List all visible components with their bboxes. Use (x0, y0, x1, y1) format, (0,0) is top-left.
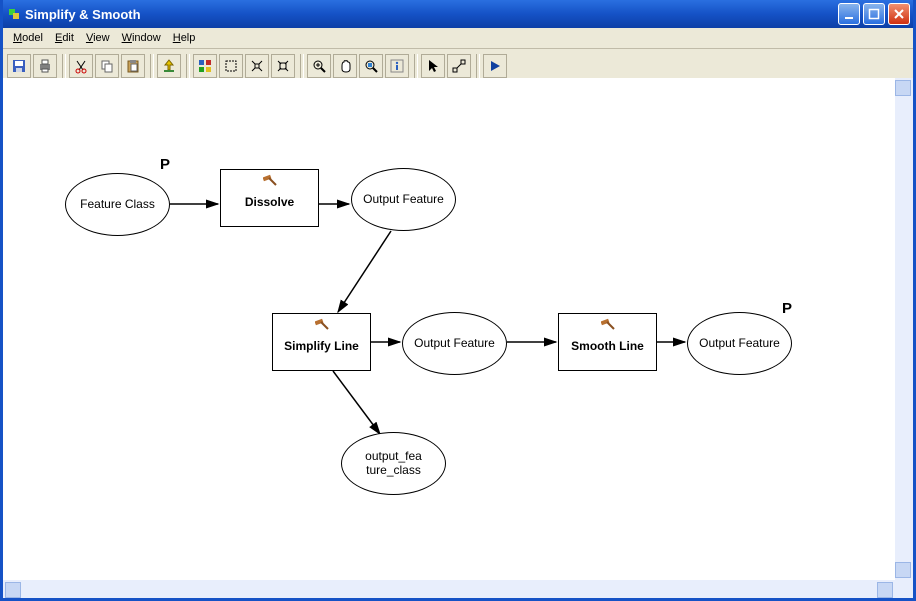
node-label: Simplify Line (284, 340, 359, 354)
hammer-icon (601, 318, 615, 330)
node-output-feature-class[interactable]: output_fea ture_class (341, 432, 446, 495)
node-label: Output Feature (363, 193, 444, 207)
select-rect-icon[interactable] (219, 54, 243, 78)
run-icon[interactable] (483, 54, 507, 78)
node-label: Output Feature (699, 337, 780, 351)
expand-icon[interactable] (271, 54, 295, 78)
identify-icon[interactable] (385, 54, 409, 78)
app-icon (9, 9, 19, 19)
param-flag: P (782, 300, 792, 317)
app-window: Simplify & Smooth Model Edit View Window… (0, 0, 916, 601)
node-label: Output Feature (414, 337, 495, 351)
menu-edit[interactable]: Edit (49, 31, 80, 45)
cut-icon[interactable] (69, 54, 93, 78)
connect-icon[interactable] (447, 54, 471, 78)
menu-view[interactable]: View (80, 31, 116, 45)
horizontal-scrollbar[interactable] (3, 580, 895, 598)
scroll-down-icon[interactable] (895, 562, 911, 578)
node-label: output_fea ture_class (342, 450, 445, 478)
paste-icon[interactable] (121, 54, 145, 78)
hammer-icon (315, 318, 329, 330)
node-dissolve[interactable]: Dissolve (220, 169, 319, 227)
menu-model[interactable]: Model (7, 31, 49, 45)
color-grid-icon[interactable] (193, 54, 217, 78)
node-output-feature-2[interactable]: Output Feature (402, 312, 507, 375)
zoom-full-icon[interactable] (359, 54, 383, 78)
pan-icon[interactable] (333, 54, 357, 78)
node-feature-class[interactable]: Feature Class (65, 173, 170, 236)
copy-icon[interactable] (95, 54, 119, 78)
node-output-feature-1[interactable]: Output Feature (351, 168, 456, 231)
pointer-icon[interactable] (421, 54, 445, 78)
menu-bar: Model Edit View Window Help (3, 28, 913, 49)
param-flag: P (160, 156, 170, 173)
node-output-feature-3[interactable]: Output Feature (687, 312, 792, 375)
model-canvas[interactable]: P Feature Class Dissolve Output Feature … (3, 78, 895, 580)
window-title: Simplify & Smooth (25, 7, 838, 22)
scroll-up-icon[interactable] (895, 80, 911, 96)
collapse-icon[interactable] (245, 54, 269, 78)
add-data-icon[interactable] (157, 54, 181, 78)
close-button[interactable] (888, 3, 910, 25)
maximize-button[interactable] (863, 3, 885, 25)
menu-help[interactable]: Help (167, 31, 202, 45)
title-bar[interactable]: Simplify & Smooth (3, 0, 913, 28)
minimize-button[interactable] (838, 3, 860, 25)
scroll-corner (895, 580, 913, 598)
scroll-right-icon[interactable] (877, 582, 893, 598)
hammer-icon (263, 174, 277, 186)
node-label: Dissolve (245, 196, 294, 210)
menu-window[interactable]: Window (116, 31, 167, 45)
print-icon[interactable] (33, 54, 57, 78)
zoom-in-icon[interactable] (307, 54, 331, 78)
node-simplify-line[interactable]: Simplify Line (272, 313, 371, 371)
node-label: Feature Class (80, 198, 155, 212)
vertical-scrollbar[interactable] (895, 78, 913, 580)
node-label: Smooth Line (571, 340, 644, 354)
scroll-left-icon[interactable] (5, 582, 21, 598)
save-icon[interactable] (7, 54, 31, 78)
node-smooth-line[interactable]: Smooth Line (558, 313, 657, 371)
